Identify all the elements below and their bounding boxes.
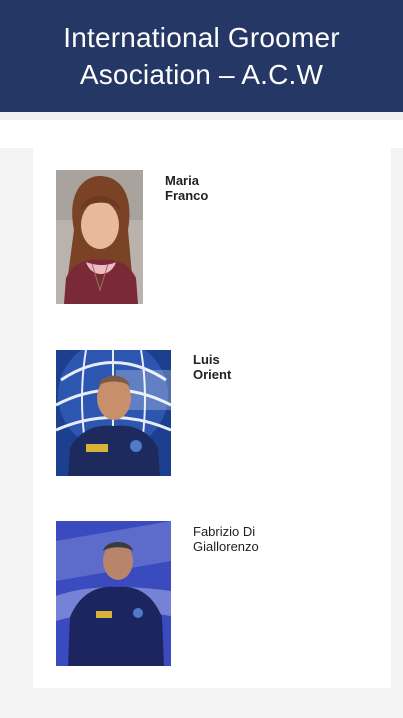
- member-name: Fabrizio Di Giallorenzo: [193, 524, 259, 554]
- portrait-man-globe-backdrop-icon: [56, 350, 171, 476]
- portrait-man-blue-backdrop-icon: [56, 521, 171, 666]
- members-card: Maria Franco Luis Orient Fabrizio Di Gia…: [33, 148, 391, 688]
- member-photo: [56, 350, 171, 476]
- page-header: International Groomer Asociation – A.C.W: [0, 0, 403, 112]
- header-divider: [0, 112, 403, 120]
- member-name: Luis Orient: [193, 352, 232, 382]
- member-name: Maria Franco: [165, 173, 209, 203]
- section-spacer: [0, 120, 403, 148]
- member-photo: [56, 170, 143, 304]
- portrait-woman-icon: [56, 170, 143, 304]
- header-title-line-2: Asociation – A.C.W: [79, 59, 324, 90]
- member-photo: [56, 521, 171, 666]
- header-title-line-1: International Groomer: [63, 22, 340, 53]
